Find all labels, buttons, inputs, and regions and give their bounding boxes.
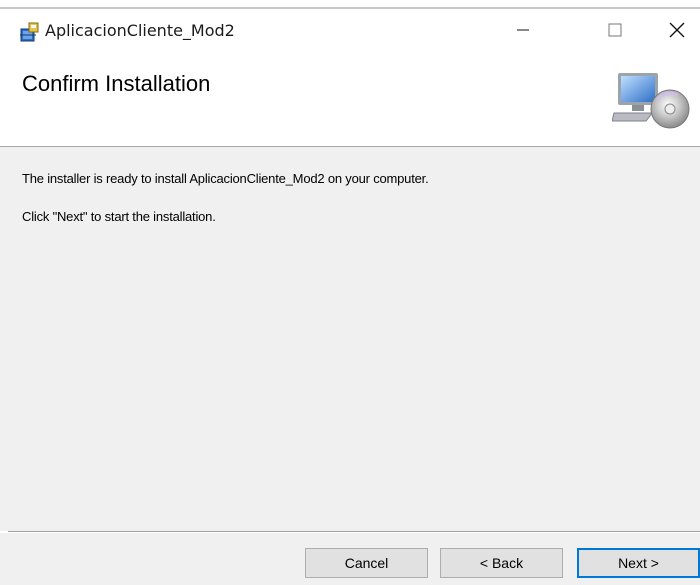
title-bar[interactable]: AplicacionCliente_Mod2 — [0, 9, 700, 51]
maximize-icon — [608, 23, 622, 37]
content-area: The installer is ready to install Aplica… — [0, 147, 700, 531]
minimize-icon — [517, 29, 529, 31]
back-button[interactable]: < Back — [440, 548, 563, 578]
computer-cd-icon — [611, 69, 700, 135]
close-icon — [669, 22, 685, 38]
close-button[interactable] — [654, 9, 700, 51]
dialog-header: Confirm Installation — [0, 51, 700, 147]
next-button[interactable]: Next > — [577, 548, 700, 578]
ready-message: The installer is ready to install Aplica… — [22, 171, 429, 186]
minimize-button[interactable] — [500, 9, 546, 51]
installer-icon — [18, 21, 40, 43]
window-title: AplicacionCliente_Mod2 — [45, 21, 235, 40]
instruction-message: Click "Next" to start the installation. — [22, 209, 216, 224]
dialog-footer: Cancel < Back Next > — [0, 533, 700, 585]
maximize-button[interactable] — [592, 9, 638, 51]
cancel-button[interactable]: Cancel — [305, 548, 428, 578]
page-title: Confirm Installation — [22, 71, 211, 96]
top-edge — [0, 0, 700, 9]
